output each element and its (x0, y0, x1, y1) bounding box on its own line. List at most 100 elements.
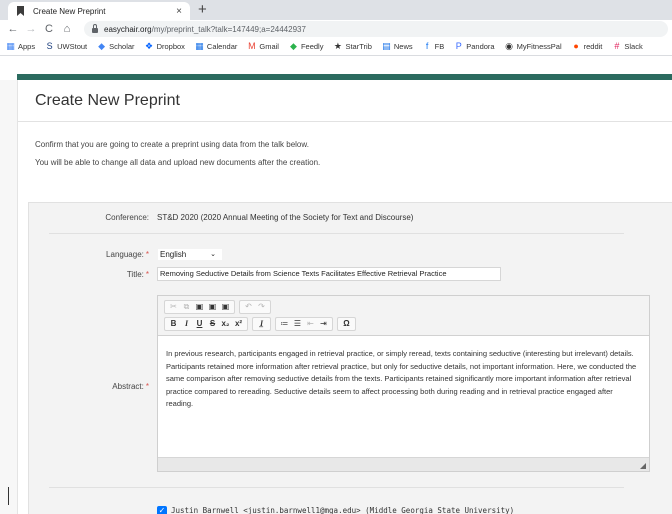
bookmark-label: Scholar (109, 42, 135, 51)
news-icon: ▤ (382, 41, 391, 51)
divider (49, 487, 624, 488)
uwstout-icon: S (46, 41, 53, 51)
bookmark-fb[interactable]: f FB (423, 42, 445, 52)
chevron-down-icon: ⌄ (210, 251, 216, 258)
intro-line-2: You will be able to change all data and … (35, 158, 321, 167)
browser-tab[interactable]: Create New Preprint × (8, 2, 190, 20)
abstract-editor: ✂ ⧉ ▣ ▣ ▣ ↶ ↷ B I U S x₂ x² I̲ ≔ ☰ ⇤ ⇥ Ω… (157, 295, 650, 472)
cut-icon[interactable]: ✂ (167, 301, 180, 313)
bookmark-label: News (393, 42, 413, 51)
divider (49, 233, 624, 234)
bookmark-pandora[interactable]: P Pandora (454, 41, 495, 52)
bookmark-label: Feedly (300, 42, 324, 51)
reddit-icon: ● (573, 41, 579, 51)
resize-handle-icon[interactable] (640, 463, 646, 469)
bookmarks-bar: ▦ Apps S UWStout ◆ Scholar ❖ Dropbox ▦ Calendar M G… (0, 38, 672, 56)
bookmark-apps[interactable]: ▦ Apps (6, 41, 36, 52)
text-cursor (8, 487, 9, 505)
indent-icon[interactable]: ⇥ (317, 318, 330, 330)
bookmark-uwstout[interactable]: S UWStout (45, 41, 88, 52)
pandora-icon: P (455, 41, 462, 51)
browser-tabstrip: Create New Preprint × + (0, 0, 672, 20)
new-tab-icon[interactable]: + (198, 1, 207, 19)
bookmark-feedly[interactable]: ◆ Feedly (289, 41, 324, 52)
bulleted-list-icon[interactable]: ☰ (291, 318, 304, 330)
bookmark-label: Apps (18, 42, 36, 51)
title-label: Title: (126, 270, 144, 279)
undo-icon[interactable]: ↶ (242, 301, 255, 313)
italic-icon[interactable]: I (180, 318, 193, 330)
home-icon[interactable]: ⌂ (60, 23, 74, 35)
redo-icon[interactable]: ↷ (255, 301, 268, 313)
bookmark-gmail[interactable]: M Gmail (247, 41, 279, 52)
outdent-icon[interactable]: ⇤ (304, 318, 317, 330)
language-select[interactable]: English ⌄ (157, 248, 223, 261)
page-header: Create New Preprint (18, 80, 672, 122)
language-selected-value: English (160, 250, 187, 259)
bookmark-label: Pandora (466, 42, 495, 51)
bookmark-label: StarTrib (345, 42, 372, 51)
copy-icon[interactable]: ⧉ (180, 301, 193, 313)
bookmark-dropbox[interactable]: ❖ Dropbox (145, 41, 185, 52)
bookmark-label: Slack (624, 42, 643, 51)
intro-line-1: Confirm that you are going to create a p… (35, 140, 309, 149)
bookmark-label: Calendar (206, 42, 238, 51)
feedly-icon: ◆ (289, 41, 297, 51)
editor-toolbar: ✂ ⧉ ▣ ▣ ▣ ↶ ↷ B I U S x₂ x² I̲ ≔ ☰ ⇤ ⇥ Ω (158, 296, 649, 336)
forward-icon[interactable]: → (24, 23, 38, 35)
gmail-icon: M (248, 41, 256, 51)
subscript-icon[interactable]: x₂ (219, 318, 232, 330)
page-title: Create New Preprint (35, 92, 180, 109)
author-checkbox[interactable]: ✓ (157, 506, 167, 514)
address-bar-row: ← → C ⌂ easychair.org/my/preprint_talk?t… (0, 20, 672, 38)
editor-footer (158, 457, 649, 471)
url-input[interactable]: easychair.org/my/preprint_talk?talk=1474… (84, 21, 668, 37)
title-input[interactable]: Removing Seductive Details from Science … (157, 267, 501, 281)
required-mark: * (145, 270, 149, 279)
strikethrough-icon[interactable]: S (206, 318, 219, 330)
conference-value: ST&D 2020 (2020 Annual Meeting of the So… (157, 213, 414, 222)
paste-icon[interactable]: ▣ (193, 301, 206, 313)
bookmark-label: FB (434, 42, 445, 51)
bold-icon[interactable]: B (167, 318, 180, 330)
required-mark: * (145, 250, 149, 259)
bookmark-label: reddit (583, 42, 603, 51)
bookmark-scholar[interactable]: ◆ Scholar (97, 41, 135, 52)
underline-icon[interactable]: U (193, 318, 206, 330)
bookmark-myfitnesspal[interactable]: ◉ MyFitnessPal (505, 41, 562, 52)
bookmark-label: MyFitnessPal (516, 42, 562, 51)
scholar-icon: ◆ (98, 41, 106, 51)
dropbox-icon: ❖ (145, 41, 154, 51)
reload-icon[interactable]: C (42, 23, 56, 35)
language-label: Language: (106, 250, 144, 259)
abstract-label: Abstract: (112, 382, 144, 391)
bookmark-slack[interactable]: # Slack (612, 41, 643, 52)
bookmark-calendar[interactable]: ▦ Calendar (195, 41, 238, 52)
bookmark-label: Gmail (259, 42, 279, 51)
paste-text-icon[interactable]: ▣ (206, 301, 219, 313)
url-path: /my/preprint_talk?talk=147449;a=24442937 (151, 24, 306, 34)
special-char-icon[interactable]: Ω (340, 318, 353, 330)
back-icon[interactable]: ← (6, 23, 20, 35)
numbered-list-icon[interactable]: ≔ (278, 318, 291, 330)
apps-icon: ▦ (6, 41, 15, 51)
remove-format-icon[interactable]: I̲ (255, 318, 268, 330)
page-content: Create New Preprint Confirm that you are… (17, 80, 672, 514)
bookmark-label: UWStout (57, 42, 88, 51)
close-icon[interactable]: × (176, 6, 182, 17)
bookmark-reddit[interactable]: ● reddit (572, 41, 603, 52)
bookmark-news[interactable]: ▤ News (382, 41, 413, 52)
conference-label: Conference: (105, 213, 149, 222)
myfitnesspal-icon: ◉ (505, 41, 514, 51)
bookmark-startrib[interactable]: ★ StarTrib (333, 42, 372, 52)
bookmark-label: Dropbox (156, 42, 185, 51)
calendar-icon: ▦ (195, 41, 204, 51)
lock-icon (92, 23, 98, 33)
abstract-textarea[interactable]: In previous research, participants engag… (158, 336, 649, 456)
preprint-form: Conference: ST&D 2020 (2020 Annual Meeti… (28, 202, 672, 514)
bookmark-favicon-icon (16, 6, 25, 16)
slack-icon: # (614, 41, 620, 51)
tab-title: Create New Preprint (33, 6, 106, 16)
superscript-icon[interactable]: x² (232, 318, 245, 330)
paste-word-icon[interactable]: ▣ (219, 301, 232, 313)
